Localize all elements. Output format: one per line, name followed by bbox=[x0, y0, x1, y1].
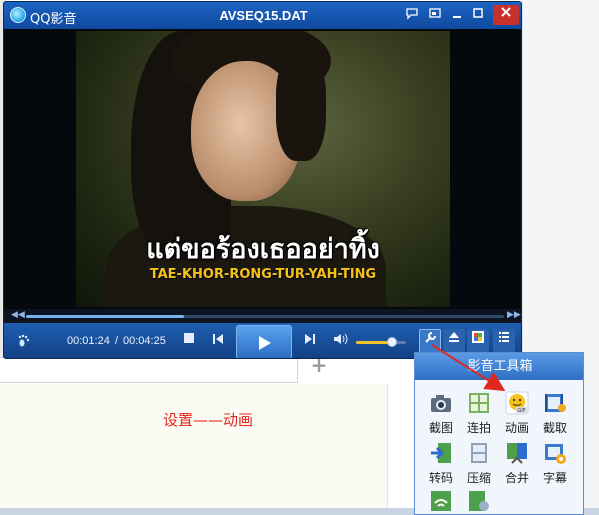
qq-player-window: QQ影音 AVSEQ15.DAT แต่ขอร้องเธออย่าทิ้ง TA… bbox=[3, 1, 522, 359]
minimize-icon[interactable] bbox=[447, 6, 467, 25]
title-bar[interactable]: QQ影音 AVSEQ15.DAT bbox=[4, 2, 521, 29]
close-icon[interactable] bbox=[493, 5, 519, 25]
tool-gif[interactable]: GIF 动画 bbox=[499, 391, 535, 441]
seek-track[interactable] bbox=[26, 315, 504, 318]
time-total: 00:04:25 bbox=[123, 335, 166, 347]
rewind-icon[interactable]: ◀◀ bbox=[11, 310, 25, 320]
background-content-area bbox=[0, 384, 388, 515]
annotation-caption: 设置——动画 bbox=[163, 411, 254, 429]
volume-knob[interactable] bbox=[387, 337, 397, 347]
toolbox-button[interactable] bbox=[419, 329, 441, 353]
time-current: 00:01:24 bbox=[67, 335, 110, 347]
footprint-icon[interactable] bbox=[16, 333, 32, 353]
time-separator: / bbox=[115, 335, 119, 347]
compress-icon bbox=[467, 441, 491, 465]
previous-icon[interactable] bbox=[209, 332, 227, 350]
volume-icon[interactable] bbox=[331, 332, 349, 350]
seek-bar[interactable]: ◀◀ ▶▶ bbox=[4, 309, 521, 323]
tool-extra-film[interactable] bbox=[461, 489, 497, 514]
tool-extra-wifi[interactable] bbox=[423, 489, 459, 514]
tool-clip[interactable]: 截取 bbox=[537, 391, 573, 441]
film-gear-icon bbox=[467, 489, 491, 513]
video-area[interactable]: แต่ขอร้องเธออย่าทิ้ง TAE-KHOR-RONG-TUR-Y… bbox=[4, 29, 521, 309]
tool-label: 截取 bbox=[542, 421, 567, 435]
next-icon[interactable] bbox=[301, 332, 319, 350]
maximize-icon[interactable] bbox=[468, 6, 488, 25]
toolbox-panel: 影音工具箱 截图 连拍 GIF 动画 截取 转码 压缩 合并 字幕 bbox=[414, 352, 584, 515]
fast-forward-icon[interactable]: ▶▶ bbox=[507, 310, 521, 320]
tool-merge[interactable]: 合并 bbox=[499, 441, 535, 491]
convert-icon bbox=[429, 441, 453, 465]
seek-progress-fill bbox=[26, 315, 184, 318]
picture-settings-icon[interactable] bbox=[467, 329, 489, 353]
tool-label: 字幕 bbox=[542, 471, 567, 485]
playlist-icon[interactable] bbox=[493, 329, 515, 353]
gif-icon: GIF bbox=[505, 391, 529, 415]
chat-bubble-icon[interactable] bbox=[402, 6, 422, 25]
tool-compress[interactable]: 压缩 bbox=[461, 441, 497, 491]
mini-mode-icon[interactable] bbox=[425, 6, 445, 25]
camera-icon bbox=[429, 391, 453, 415]
tool-burst[interactable]: 连拍 bbox=[461, 391, 497, 441]
video-frame: แต่ขอร้องเธออย่าทิ้ง TAE-KHOR-RONG-TUR-Y… bbox=[76, 31, 450, 307]
tool-screenshot[interactable]: 截图 bbox=[423, 391, 459, 441]
eject-icon[interactable] bbox=[443, 329, 465, 353]
wifi-icon bbox=[429, 489, 453, 513]
background-input-box[interactable] bbox=[0, 357, 298, 383]
film-clip-icon bbox=[543, 391, 567, 415]
tool-subtitle[interactable]: 字幕 bbox=[537, 441, 573, 491]
merge-icon bbox=[505, 441, 529, 465]
burst-icon bbox=[467, 391, 491, 415]
play-button[interactable] bbox=[236, 325, 292, 358]
video-hair-right bbox=[276, 51, 326, 161]
toolbox-title: 影音工具箱 bbox=[415, 353, 583, 380]
lyric-thai: แต่ขอร้องเธออย่าทิ้ง bbox=[146, 234, 380, 265]
svg-text:GIF: GIF bbox=[517, 408, 525, 414]
subtitle-gear-icon bbox=[543, 441, 567, 465]
stop-icon[interactable] bbox=[180, 332, 198, 350]
lyric-romanized: TAE-KHOR-RONG-TUR-YAH-TING bbox=[149, 267, 377, 282]
tool-convert[interactable]: 转码 bbox=[423, 441, 459, 491]
volume-slider[interactable] bbox=[356, 341, 406, 344]
